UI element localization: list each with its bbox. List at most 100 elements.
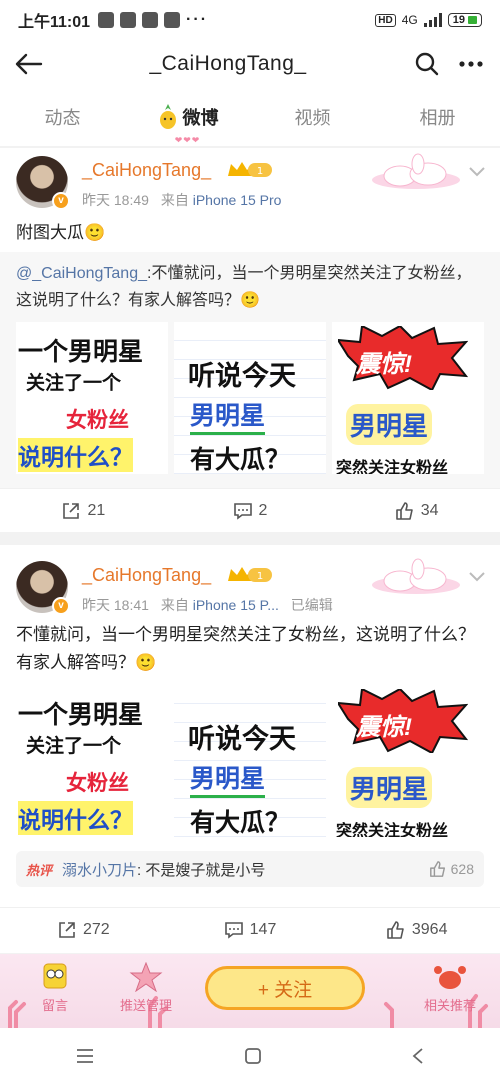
menu-icon[interactable] [75,1048,95,1064]
hot-comment-text: : 不是嫂子就是小号 [137,861,266,879]
post-image[interactable]: 一个男明星 关注了一个 女粉丝 说明什么？ [16,685,168,837]
signal-icon [423,13,442,27]
back-button[interactable] [14,49,44,79]
image-text: 有大瓜？ [190,809,291,837]
image-text: 女粉丝 [66,409,129,432]
leave-message-button[interactable]: 留言 [30,962,80,1014]
status-bar: 上午11:01 ··· HD 4G 19 [0,0,500,40]
repost-mention[interactable]: @_CaiHongTang_ [16,265,147,282]
page-title: _CaiHongTang_ [149,52,307,75]
post-username[interactable]: _CaiHongTang_ [82,160,211,181]
image-text: 男明星 [190,396,266,435]
svg-text:1: 1 [257,166,263,177]
network-label: 4G [401,13,418,27]
chevron-down-icon[interactable] [468,162,486,180]
comment-count: 2 [258,501,268,519]
home-icon[interactable] [244,1047,262,1065]
post-header: v _CaiHongTang_ 1 昨天 18:49 来自 iPhone 15 … [16,153,486,212]
search-button[interactable] [412,49,442,79]
back-nav-icon[interactable] [411,1047,425,1065]
repost-box[interactable]: @_CaiHongTang_:不懂就问，当一个男明星突然关注了女粉丝，这说明了什… [0,252,500,488]
image-text: 男明星 [346,767,433,808]
comment-icon [233,502,252,520]
more-notifications-icon: ··· [186,11,209,28]
avatar[interactable]: v [16,156,70,210]
push-manage-button[interactable]: 推送管理 [116,961,176,1014]
post-actions: 272 147 3964 [0,907,500,951]
post-meta: 昨天 18:41 来自 iPhone 15 P... 已编辑 [82,595,333,615]
bunny-cloud-decoration-icon [372,558,460,594]
image-text: 突然关注女粉丝 [336,460,449,474]
tab-video[interactable]: 视频 [250,104,375,130]
verified-badge-icon: v [52,597,70,615]
image-text: 听说今天 [188,361,296,391]
vip-crown-icon: 1 [228,162,272,177]
post-source-prefix: 来自 [160,192,193,208]
system-nav-bar [0,1028,500,1083]
post-actions: 21 2 34 [0,488,500,532]
post-image-grid: 一个男明星 关注了一个 女粉丝 说明什么？ 听说今天 男明星 有大瓜？ 震惊! … [16,685,484,837]
thumbs-up-icon [429,861,445,877]
repost-button[interactable]: 21 [0,501,167,521]
image-text: 有大瓜？ [190,446,291,474]
like-button[interactable]: 34 [333,501,500,521]
sponge-mascot-icon [43,963,67,989]
comment-button[interactable]: 2 [167,501,334,521]
post-time: 昨天 18:41 [82,597,149,613]
image-text: 关注了一个 [26,373,122,394]
repost-button[interactable]: 272 [0,920,167,940]
post-source[interactable]: iPhone 15 P... [193,597,279,613]
post-image[interactable]: 震惊! 男明星 突然关注女粉丝 [332,322,484,474]
more-button[interactable] [456,49,486,79]
image-text: 突然关注女粉丝 [336,823,449,837]
hot-comment-author[interactable]: 溺水小刀片 [62,859,137,880]
image-text: 听说今天 [188,724,296,754]
tab-album[interactable]: 相册 [375,104,500,130]
profile-action-bar: 留言 推送管理 + 关注 相关推荐 [0,954,500,1028]
avatar[interactable]: v [16,561,70,615]
hot-comment-like-button[interactable]: 628 [429,860,474,878]
comment-button[interactable]: 147 [167,920,334,940]
post-image[interactable]: 震惊! 男明星 突然关注女粉丝 [332,685,484,837]
post-text: 不懂就问，当一个男明星突然关注了女粉丝，这说明了什么？有家人解答吗？🙂 [16,625,475,672]
upload-notification-icon [120,12,137,28]
search-icon [415,52,439,76]
related-recommend-label: 相关推荐 [423,998,476,1013]
post-meta: 昨天 18:49 来自 iPhone 15 Pro [82,190,281,210]
message-notification-icon [98,12,115,28]
chevron-down-icon[interactable] [468,567,486,585]
related-recommend-button[interactable]: 相关推荐 [420,962,480,1014]
post-time: 昨天 18:49 [82,192,149,208]
repost-image-grid: 一个男明星 关注了一个 女粉丝 说明什么？ 听说今天 男明星 有大瓜？ 震惊! … [16,322,484,474]
post-source[interactable]: iPhone 15 Pro [193,192,282,208]
repost-count: 272 [82,920,110,938]
post-image[interactable]: 一个男明星 关注了一个 女粉丝 说明什么？ [16,322,168,474]
post-card[interactable]: v _CaiHongTang_ 1 昨天 18:41 来自 iPhone 15 … [0,545,500,953]
notification-icons [98,12,181,28]
like-button[interactable]: 3964 [333,920,500,940]
thumbs-up-icon [395,501,413,520]
image-text: 一个男明星 [18,338,144,366]
app-notification-icon [142,12,159,28]
nav-bar: _CaiHongTang_ [0,40,500,88]
hot-comment[interactable]: 热评 溺水小刀片 : 不是嫂子就是小号 628 [16,851,484,887]
post-card[interactable]: v _CaiHongTang_ 1 昨天 18:49 来自 iPhone 15 … [0,148,500,532]
verified-badge-icon: v [52,192,70,210]
tab-weibo[interactable]: 微博 ❤❤❤ [125,104,250,145]
post-image[interactable]: 听说今天 男明星 有大瓜？ [174,322,326,474]
vip-crown-icon: 1 [228,567,272,582]
post-header: v _CaiHongTang_ 1 昨天 18:41 来自 iPhone 15 … [16,558,486,617]
hot-comment-like-count: 628 [450,861,474,877]
pineapple-mascot-icon [159,104,176,129]
image-text: 说明什么？ [18,801,133,835]
post-username[interactable]: _CaiHongTang_ [82,565,211,586]
image-text: 关注了一个 [26,736,122,757]
like-count: 34 [420,501,439,519]
hot-comment-tag: 热评 [26,862,53,878]
follow-button[interactable]: + 关注 [205,966,365,1010]
image-text: 男明星 [190,759,266,798]
tab-active-indicator: ❤❤❤ [174,135,201,145]
post-image[interactable]: 听说今天 男明星 有大瓜？ [174,685,326,837]
tab-dynamics[interactable]: 动态 [0,104,125,130]
status-time: 上午11:01 [18,14,91,31]
